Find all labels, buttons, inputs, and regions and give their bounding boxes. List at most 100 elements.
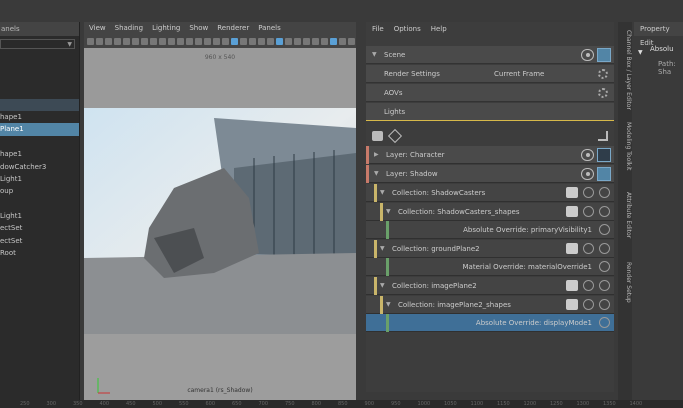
- filter-icon[interactable]: [566, 298, 578, 310]
- outliner-item[interactable]: hape1: [0, 148, 79, 160]
- outliner-item[interactable]: Light1: [0, 173, 79, 185]
- viewport-tool-icon[interactable]: [159, 37, 166, 45]
- viewport-tool-icon[interactable]: [141, 37, 148, 45]
- viewport-tool-icon[interactable]: [105, 37, 112, 45]
- outliner-item[interactable]: oup: [0, 185, 79, 197]
- scene-row[interactable]: ▼ Scene: [366, 46, 614, 64]
- override-row[interactable]: Absolute Override: primaryVisibility1: [366, 221, 614, 240]
- chevron-down-icon[interactable]: ▼: [372, 46, 377, 64]
- collection-row[interactable]: ▼ Collection: imagePlane2_shapes: [366, 295, 614, 314]
- chevron-down-icon[interactable]: ▼: [386, 296, 391, 314]
- outliner-item[interactable]: Root: [0, 247, 79, 259]
- isolate-icon[interactable]: [583, 298, 594, 310]
- eye-icon[interactable]: [581, 149, 594, 161]
- selector-icon[interactable]: [566, 280, 578, 291]
- outliner-item[interactable]: ectSet: [0, 235, 79, 247]
- render-layer-toggle-icon[interactable]: [597, 48, 611, 62]
- viewport-tool-icon[interactable]: [348, 37, 355, 45]
- viewport-tool-icon[interactable]: [231, 37, 238, 45]
- property-editor-item[interactable]: ▼ Absolu: [634, 42, 683, 56]
- outliner-filter-dropdown[interactable]: ▼: [0, 39, 75, 49]
- selector-icon[interactable]: [566, 187, 578, 198]
- viewport-tool-icon[interactable]: [150, 37, 157, 45]
- isolate-icon[interactable]: [583, 280, 594, 291]
- collection-row[interactable]: ▼ Collection: groundPlane2: [366, 239, 614, 258]
- chevron-down-icon[interactable]: ▼: [380, 184, 385, 202]
- outliner-item[interactable]: [0, 136, 79, 148]
- viewport-tool-icon[interactable]: [195, 37, 202, 45]
- outliner-item[interactable]: hape1: [0, 111, 79, 123]
- viewport-menu-lighting[interactable]: Lighting: [152, 22, 180, 35]
- render-layer-toggle-icon[interactable]: [597, 148, 611, 162]
- render-setup-menu-file[interactable]: File: [372, 22, 384, 36]
- selector-icon[interactable]: [566, 242, 578, 254]
- viewport-scene[interactable]: 960 x 540 camera1 (rs_Shadow): [84, 48, 356, 400]
- viewport-menu-panels[interactable]: Panels: [258, 22, 281, 35]
- override-row[interactable]: Material Override: materialOverride1: [366, 258, 614, 277]
- viewport-tool-icon[interactable]: [132, 37, 139, 45]
- viewport-tool-icon[interactable]: [267, 37, 274, 45]
- eye-icon[interactable]: [581, 49, 594, 61]
- gear-icon[interactable]: [598, 88, 608, 98]
- render-settings-row[interactable]: Render Settings Current Frame: [366, 65, 614, 83]
- viewport-tool-icon[interactable]: [96, 37, 103, 45]
- viewport-tool-icon[interactable]: [303, 37, 310, 45]
- viewport-tool-icon[interactable]: [312, 37, 319, 45]
- override-row[interactable]: Absolute Override: displayMode1: [366, 314, 614, 333]
- eye-icon[interactable]: [581, 168, 594, 180]
- viewport-tool-icon[interactable]: [294, 37, 301, 45]
- aovs-row[interactable]: AOVs: [366, 84, 614, 102]
- lights-row[interactable]: Lights: [366, 103, 614, 121]
- side-tab[interactable]: Render Setup: [618, 262, 632, 303]
- chevron-down-icon[interactable]: ▼: [380, 277, 385, 295]
- render-setup-menu-options[interactable]: Options: [394, 22, 421, 36]
- viewport-tool-icon[interactable]: [249, 37, 256, 45]
- disable-icon[interactable]: [599, 298, 610, 310]
- isolate-icon[interactable]: [583, 205, 594, 217]
- timeline-ruler[interactable]: 250 300 350 400 450 500 550 600 650 700 750 800 850 9…: [0, 400, 683, 408]
- outliner-item[interactable]: dowCatcher3: [0, 161, 79, 173]
- viewport-panel[interactable]: View Shading Lighting Show Renderer Panels: [84, 22, 356, 400]
- viewport-menu-shading[interactable]: Shading: [115, 22, 143, 35]
- outliner-item[interactable]: [0, 98, 79, 111]
- outliner-item[interactable]: [0, 49, 79, 61]
- outliner-item[interactable]: [0, 86, 79, 98]
- viewport-tool-icon[interactable]: [222, 37, 229, 45]
- viewport-tool-icon[interactable]: [330, 37, 337, 45]
- outliner-item[interactable]: Light1: [0, 210, 79, 222]
- viewport-tool-icon[interactable]: [123, 37, 130, 45]
- viewport-tool-icon[interactable]: [177, 37, 184, 45]
- filter-icon[interactable]: [566, 205, 578, 217]
- render-layer-toggle-icon[interactable]: [597, 167, 611, 181]
- viewport-tool-icon[interactable]: [339, 37, 346, 45]
- viewport-tool-icon[interactable]: [276, 37, 283, 45]
- import-icon[interactable]: [387, 128, 403, 144]
- side-tab[interactable]: Channel Box / Layer Editor: [618, 30, 632, 110]
- viewport-menu-view[interactable]: View: [89, 22, 106, 35]
- collection-row[interactable]: ▼ Collection: ShadowCasters: [366, 184, 614, 202]
- viewport-tool-icon[interactable]: [87, 37, 94, 45]
- render-setup-menu-help[interactable]: Help: [431, 22, 447, 36]
- create-layer-icon[interactable]: [372, 131, 383, 141]
- side-tab[interactable]: Modeling Toolkit: [618, 122, 632, 170]
- viewport-tool-icon[interactable]: [204, 37, 211, 45]
- checklist-icon[interactable]: [598, 131, 608, 141]
- viewport-tool-icon[interactable]: [168, 37, 175, 45]
- collection-row[interactable]: ▼ Collection: ShadowCasters_shapes: [366, 202, 614, 221]
- render-layer-row[interactable]: ▶ Layer: Character: [366, 146, 614, 164]
- disable-icon[interactable]: [599, 205, 610, 217]
- chevron-right-icon[interactable]: ▶: [374, 146, 379, 164]
- disable-icon[interactable]: [599, 317, 610, 329]
- outliner-item[interactable]: [0, 61, 79, 73]
- render-layer-row[interactable]: ▼ Layer: Shadow: [366, 165, 614, 183]
- disable-icon[interactable]: [599, 242, 610, 254]
- chevron-down-icon[interactable]: ▼: [380, 240, 385, 258]
- collection-row[interactable]: ▼ Collection: imagePlane2: [366, 277, 614, 295]
- outliner-item[interactable]: [0, 74, 79, 86]
- outliner-item[interactable]: Plane1: [0, 123, 79, 136]
- disable-icon[interactable]: [599, 261, 610, 273]
- side-tab[interactable]: Attribute Editor: [618, 192, 632, 238]
- viewport-tool-icon[interactable]: [186, 37, 193, 45]
- viewport-tool-icon[interactable]: [285, 37, 292, 45]
- disable-icon[interactable]: [599, 280, 610, 291]
